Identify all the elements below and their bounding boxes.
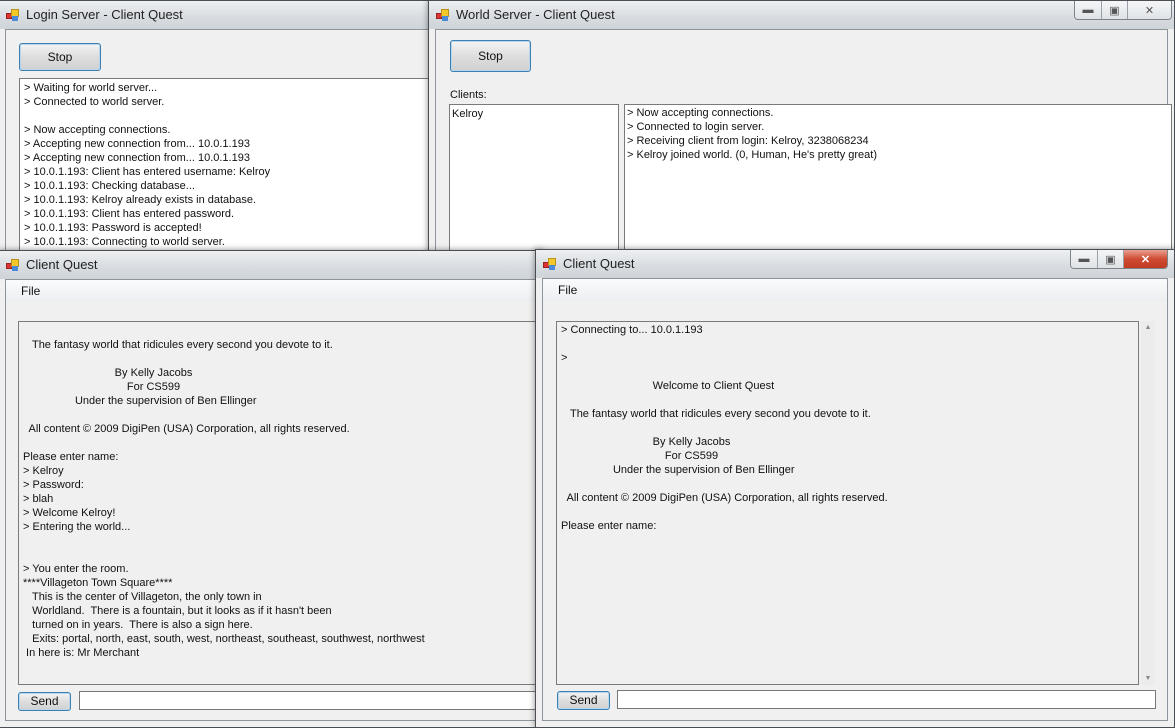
- output-line: Worldland. There is a fountain, but it l…: [23, 605, 332, 617]
- output-line: >: [561, 352, 568, 364]
- close-icon[interactable]: ✕: [1123, 250, 1167, 268]
- menu-bar: File: [6, 280, 535, 302]
- log-line: > Receiving client from login: Kelroy, 3…: [627, 135, 869, 147]
- scroll-down-icon[interactable]: ▼: [1144, 675, 1152, 682]
- output-line: Under the supervision of Ben Ellinger: [561, 464, 795, 476]
- window-title: Client Quest: [563, 256, 635, 271]
- output-line: Exits: portal, north, east, south, west,…: [23, 633, 425, 645]
- close-icon[interactable]: ✕: [1127, 1, 1171, 19]
- log-line: > Now accepting connections.: [627, 107, 774, 119]
- stop-button[interactable]: Stop: [450, 40, 531, 72]
- command-input[interactable]: [617, 690, 1156, 709]
- clients-label: Clients:: [450, 89, 487, 101]
- output-line: > blah: [23, 493, 54, 505]
- window-title: World Server - Client Quest: [456, 7, 615, 22]
- output-line: By Kelly Jacobs: [23, 367, 193, 379]
- output-line: All content © 2009 DigiPen (USA) Corpora…: [23, 423, 350, 435]
- log-line: > Accepting new connection from... 10.0.…: [24, 138, 250, 150]
- stop-button[interactable]: Stop: [19, 43, 101, 71]
- output-line: The fantasy world that ridicules every s…: [561, 408, 871, 420]
- menu-file[interactable]: File: [21, 284, 40, 298]
- log-line: > Connected to login server.: [627, 121, 765, 133]
- log-line: > Waiting for world server...: [24, 82, 158, 94]
- menu-bar: File: [543, 279, 1167, 301]
- minimize-icon[interactable]: ▬: [1075, 1, 1101, 19]
- log-line: > Connected to world server.: [24, 96, 165, 108]
- login-server-titlebar[interactable]: Login Server - Client Quest: [0, 1, 437, 29]
- log-line: > 10.0.1.193: Checking database...: [24, 180, 195, 192]
- output-line: For CS599: [23, 381, 181, 393]
- game-output[interactable]: The fantasy world that ridicules every s…: [18, 321, 558, 685]
- output-line: > Entering the world...: [23, 521, 131, 533]
- maximize-icon[interactable]: ▣: [1101, 1, 1127, 19]
- send-button[interactable]: Send: [18, 692, 71, 711]
- client-left-titlebar[interactable]: Client Quest: [0, 251, 542, 279]
- log-line: > 10.0.1.193: Client has entered usernam…: [24, 166, 271, 178]
- output-line: Please enter name:: [23, 451, 119, 463]
- send-button[interactable]: Send: [557, 691, 610, 710]
- output-line: > Password:: [23, 479, 84, 491]
- vertical-scrollbar[interactable]: ▲ ▼: [1141, 321, 1155, 685]
- output-line: > Kelroy: [23, 465, 64, 477]
- output-line: For CS599: [561, 450, 719, 462]
- window-title: Login Server - Client Quest: [26, 7, 183, 22]
- log-line: > 10.0.1.193: Password is accepted!: [24, 222, 202, 234]
- world-server-titlebar[interactable]: World Server - Client Quest: [429, 1, 1174, 29]
- command-input[interactable]: [79, 691, 549, 710]
- login-server-window: Login Server - Client Quest Stop > Waiti…: [0, 0, 449, 268]
- output-line: By Kelly Jacobs: [561, 436, 731, 448]
- output-line: > Welcome Kelroy!: [23, 507, 116, 519]
- output-line: The fantasy world that ridicules every s…: [23, 339, 333, 351]
- app-icon: [436, 9, 450, 21]
- output-line: > Connecting to... 10.0.1.193: [561, 324, 703, 336]
- log-line: > 10.0.1.193: Client has entered passwor…: [24, 208, 235, 220]
- client-quest-window-right: Client Quest ▬ ▣ ✕ File > Connecting to.…: [535, 249, 1175, 728]
- caption-buttons: ▬ ▣ ✕: [1070, 250, 1168, 269]
- window-title: Client Quest: [26, 257, 98, 272]
- game-output[interactable]: > Connecting to... 10.0.1.193 > Welcome t…: [556, 321, 1139, 685]
- login-server-log[interactable]: > Waiting for world server... > Connected…: [19, 78, 449, 268]
- output-line: ****Villageton Town Square****: [23, 577, 173, 589]
- log-line: > Accepting new connection from... 10.0.…: [24, 152, 250, 164]
- output-line: Please enter name:: [561, 520, 657, 532]
- world-server-window: World Server - Client Quest ▬ ▣ ✕ Stop C…: [428, 0, 1175, 274]
- log-line: > 10.0.1.193: Connecting to world server…: [24, 236, 225, 248]
- output-line: Under the supervision of Ben Ellinger: [23, 395, 257, 407]
- output-line: In here is: Mr Merchant: [23, 647, 140, 659]
- caption-buttons: ▬ ▣ ✕: [1074, 1, 1172, 20]
- output-line: All content © 2009 DigiPen (USA) Corpora…: [561, 492, 888, 504]
- app-icon: [6, 9, 20, 21]
- log-line: > 10.0.1.193: Kelroy already exists in d…: [24, 194, 257, 206]
- client-list-item[interactable]: Kelroy: [452, 107, 616, 121]
- log-line: > Now accepting connections.: [24, 124, 171, 136]
- scroll-up-icon[interactable]: ▲: [1144, 324, 1152, 331]
- app-icon: [543, 258, 557, 270]
- output-line: > You enter the room.: [23, 563, 129, 575]
- output-line: turned on in years. There is also a sign…: [23, 619, 253, 631]
- maximize-icon[interactable]: ▣: [1097, 250, 1123, 268]
- output-line: This is the center of Villageton, the on…: [23, 591, 262, 603]
- app-icon: [6, 259, 20, 271]
- menu-file[interactable]: File: [558, 283, 577, 297]
- client-quest-window-left: Client Quest File The fantasy world that…: [0, 250, 558, 728]
- minimize-icon[interactable]: ▬: [1071, 250, 1097, 268]
- log-line: > Kelroy joined world. (0, Human, He's p…: [627, 149, 878, 161]
- output-line: Welcome to Client Quest: [561, 380, 775, 392]
